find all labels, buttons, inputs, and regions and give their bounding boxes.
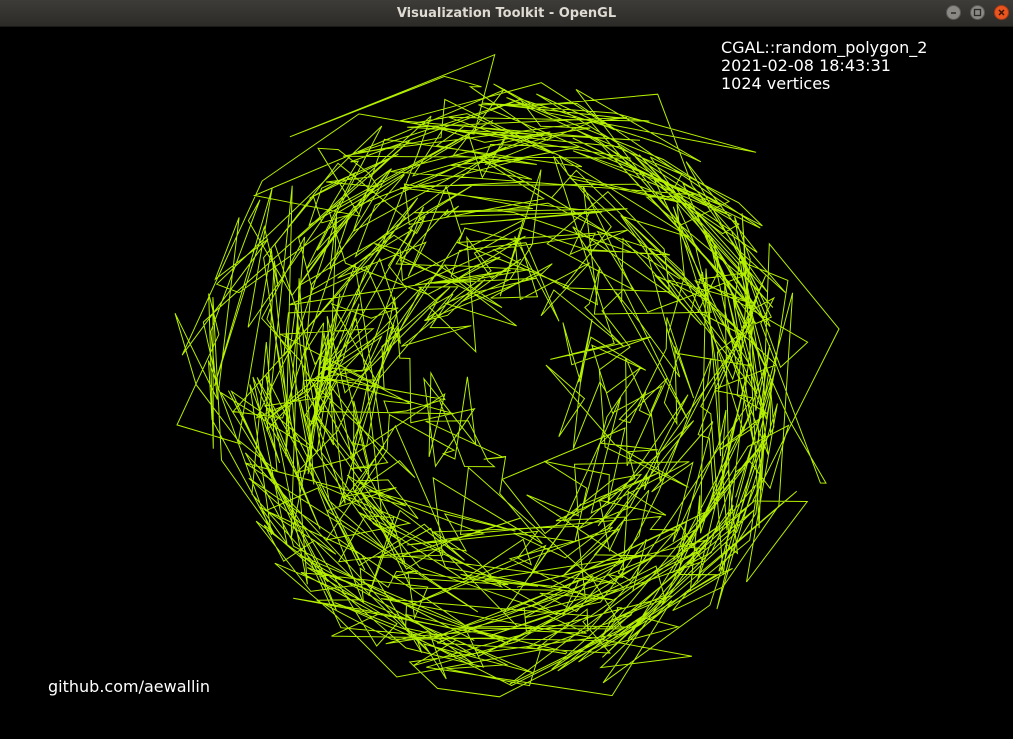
maximize-button[interactable] (969, 5, 985, 20)
window-title: Visualization Toolkit - OpenGL (396, 6, 617, 21)
window-controls (942, 5, 1009, 22)
info-overlay: CGAL::random_polygon_2 2021-02-08 18:43:… (721, 39, 927, 93)
algorithm-label: CGAL::random_polygon_2 (721, 38, 928, 57)
maximize-icon (973, 8, 982, 17)
minimize-icon (950, 12, 956, 14)
timestamp-label: 2021-02-08 18:43:31 (721, 56, 891, 75)
minimize-button[interactable] (945, 5, 961, 20)
close-icon (998, 9, 1005, 16)
window-titlebar[interactable]: Visualization Toolkit - OpenGL (0, 0, 1013, 27)
random-polygon-drawing (174, 53, 840, 698)
render-viewport[interactable] (0, 27, 1013, 739)
close-button[interactable] (994, 5, 1009, 20)
vertex-count-label: 1024 vertices (721, 74, 831, 93)
random-polygon (174, 53, 840, 698)
credit-link: github.com/aewallin (48, 677, 210, 696)
